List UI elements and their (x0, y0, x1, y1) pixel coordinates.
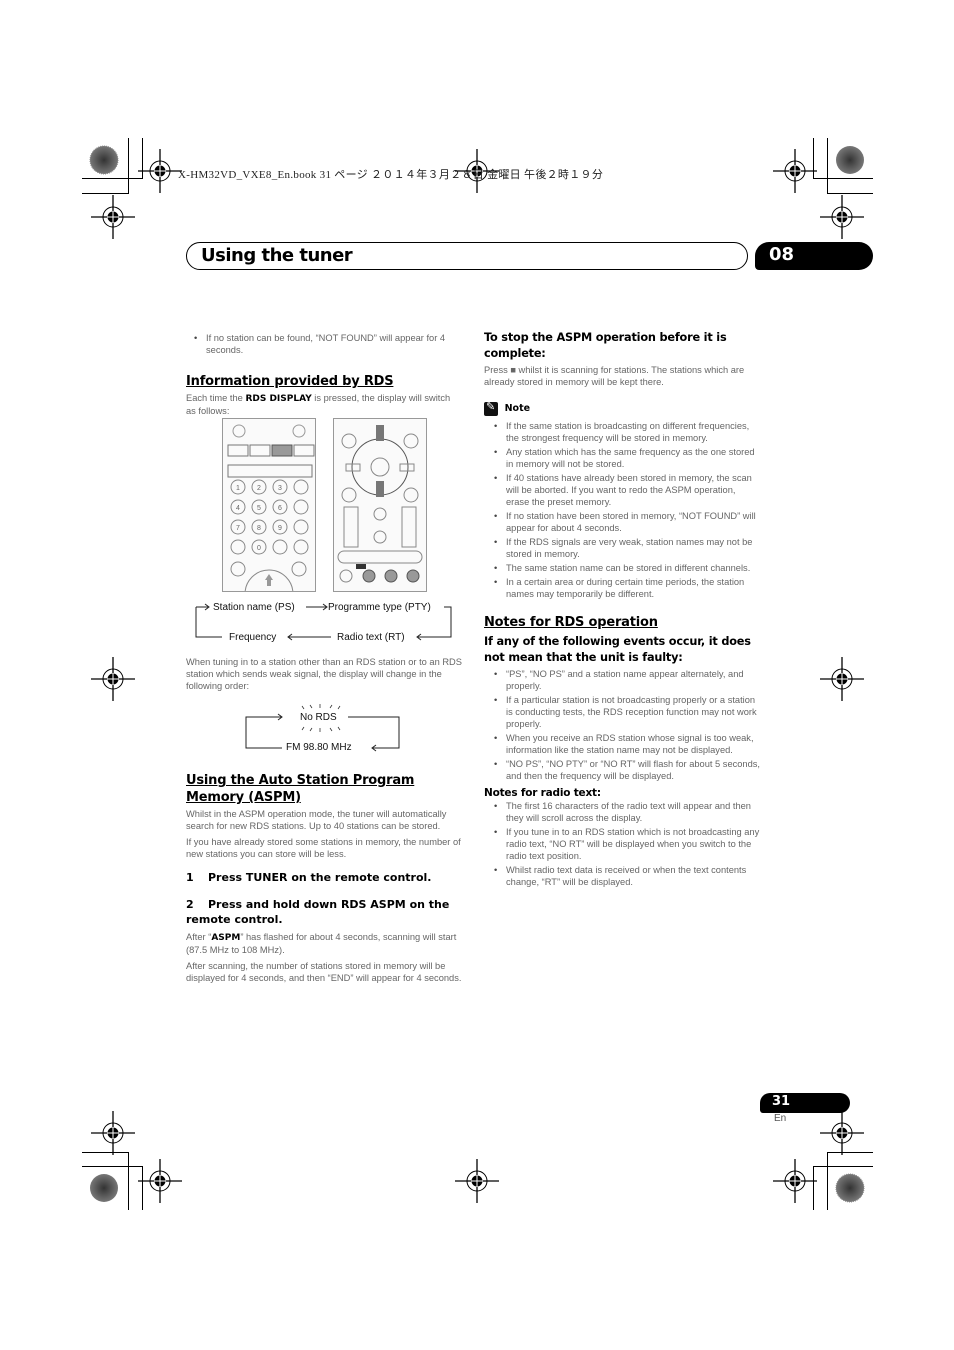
registration-mark-icon (137, 148, 183, 194)
right-column: To stop the ASPM operation before it is … (484, 330, 760, 890)
aspm-after-paragraph: After “ASPM” has flashed for about 4 sec… (186, 932, 457, 955)
heading-aspm-line1: Using the Auto Station Program (186, 773, 415, 788)
radio-text-item: Whilst radio text data is received or wh… (484, 864, 760, 888)
left-column: If no station can be found, “NOT FOUND” … (186, 332, 462, 421)
registration-mark-icon (90, 656, 136, 702)
note-list: If the same station is broadcasting on d… (484, 420, 760, 600)
no-rds-label: No RDS (300, 712, 337, 723)
radio-text-list: The first 16 characters of the radio tex… (484, 800, 760, 888)
note-item: If the RDS signals are very weak, statio… (484, 536, 760, 560)
remote-illustration-left: 1 2 3 4 5 6 7 8 9 0 (222, 418, 316, 592)
aspm-paragraph-2: If you have already stored some stations… (186, 837, 461, 859)
registration-mark-icon (819, 1110, 865, 1156)
step-1: 1 Press TUNER on the remote control. (186, 871, 432, 884)
print-book-line: X-HM32VD_VXE8_En.book 31 ページ ２０１４年３月２８日 … (178, 169, 604, 181)
registration-mark-icon (772, 1158, 818, 1204)
heading-aspm-line2: Memory (ASPM) (186, 790, 301, 805)
registration-mark-icon (772, 148, 818, 194)
cycle-station-name: Station name (PS) (213, 602, 295, 613)
fm-frequency-label: FM 98.80 MHz (286, 742, 352, 753)
svg-text:0: 0 (257, 545, 261, 552)
star-target-icon (835, 1173, 865, 1203)
svg-text:3: 3 (278, 485, 282, 492)
faulty-list: “PS”, “NO PS” and a station name appear … (484, 668, 760, 782)
radio-text-item: The first 16 characters of the radio tex… (484, 800, 760, 824)
step-2: 2 Press and hold down RDS ASPM on the rem… (186, 898, 450, 926)
note-item: In a certain area or during certain time… (484, 576, 760, 600)
weak-signal-paragraph: When tuning in to a station other than a… (186, 657, 462, 691)
svg-text:9: 9 (278, 525, 282, 532)
svg-text:6: 6 (278, 505, 282, 512)
aspm-paragraph-1: Whilst in the ASPM operation mode, the t… (186, 809, 447, 831)
tuner-button (271, 444, 293, 457)
radio-text-item: If you tune in to an RDS station which i… (484, 826, 760, 862)
note-header: Note (484, 401, 760, 416)
remote-right-drawing (337, 425, 423, 583)
svg-text:4: 4 (236, 505, 240, 512)
note-item: If the same station is broadcasting on d… (484, 420, 760, 444)
cycle-programme-type: Programme type (PTY) (328, 602, 431, 613)
rds-intro-paragraph: Each time the RDS DISPLAY is pressed, th… (186, 393, 451, 416)
heading-radio-text-notes: Notes for radio text: (484, 787, 601, 799)
remote-left-drawing: 1 2 3 4 5 6 7 8 9 0 (227, 424, 315, 591)
cycle-frequency: Frequency (229, 632, 277, 643)
note-item: Any station which has the same frequency… (484, 446, 760, 470)
star-target-icon (90, 1174, 118, 1202)
registration-mark-icon (137, 1158, 183, 1204)
page-number: 31 (772, 1094, 791, 1109)
faulty-item: “PS”, “NO PS” and a station name appear … (484, 668, 760, 692)
registration-mark-icon (819, 194, 865, 240)
faulty-item: “NO PS”, “NO PTY” or “NO RT” will flash … (484, 758, 760, 782)
faulty-item: When you receive an RDS station whose si… (484, 732, 760, 756)
pencil-note-icon (484, 401, 498, 416)
heading-stop-aspm: To stop the ASPM operation before it is … (484, 331, 727, 360)
svg-text:8: 8 (257, 525, 261, 532)
chapter-badge: 08 (755, 242, 873, 270)
note-item: If no station have been stored in memory… (484, 510, 760, 534)
registration-mark-icon (454, 1158, 500, 1204)
faulty-item: If a particular station is not broadcast… (484, 694, 760, 730)
section-title-bar: Using the tuner (186, 242, 748, 270)
svg-text:7: 7 (236, 525, 240, 532)
page-title: Using the tuner (201, 245, 353, 266)
aspm-section: Using the Auto Station Program Memory (A… (186, 772, 464, 988)
note-item: If 40 stations have already been stored … (484, 472, 760, 508)
star-target-icon (89, 145, 119, 175)
language-label: En (774, 1113, 787, 1124)
cycle-radio-text: Radio text (RT) (337, 632, 405, 643)
svg-text:1: 1 (236, 485, 240, 492)
registration-mark-icon (90, 1110, 136, 1156)
aspm-end-paragraph: After scanning, the number of stations s… (186, 961, 462, 983)
svg-text:5: 5 (257, 505, 261, 512)
stop-aspm-paragraph: Press ■ whilst it is scanning for statio… (484, 365, 745, 387)
remote-illustration-right (333, 418, 427, 592)
bullet-item: If no station can be found, “NOT FOUND” … (184, 332, 462, 356)
registration-marks (89, 145, 865, 1204)
star-target-icon (836, 146, 864, 174)
registration-mark-icon (90, 194, 136, 240)
note-label: Note (504, 403, 531, 415)
chapter-number: 08 (769, 244, 795, 265)
heading-rds-operation: Notes for RDS operation (484, 615, 658, 630)
svg-text:2: 2 (257, 485, 261, 492)
heading-not-faulty: If any of the following events occur, it… (484, 635, 751, 664)
heading-rds-info: Information provided by RDS (186, 374, 394, 389)
note-item: The same station name can be stored in d… (484, 562, 760, 574)
page-number-badge: 31 (760, 1093, 850, 1113)
registration-mark-icon (819, 656, 865, 702)
